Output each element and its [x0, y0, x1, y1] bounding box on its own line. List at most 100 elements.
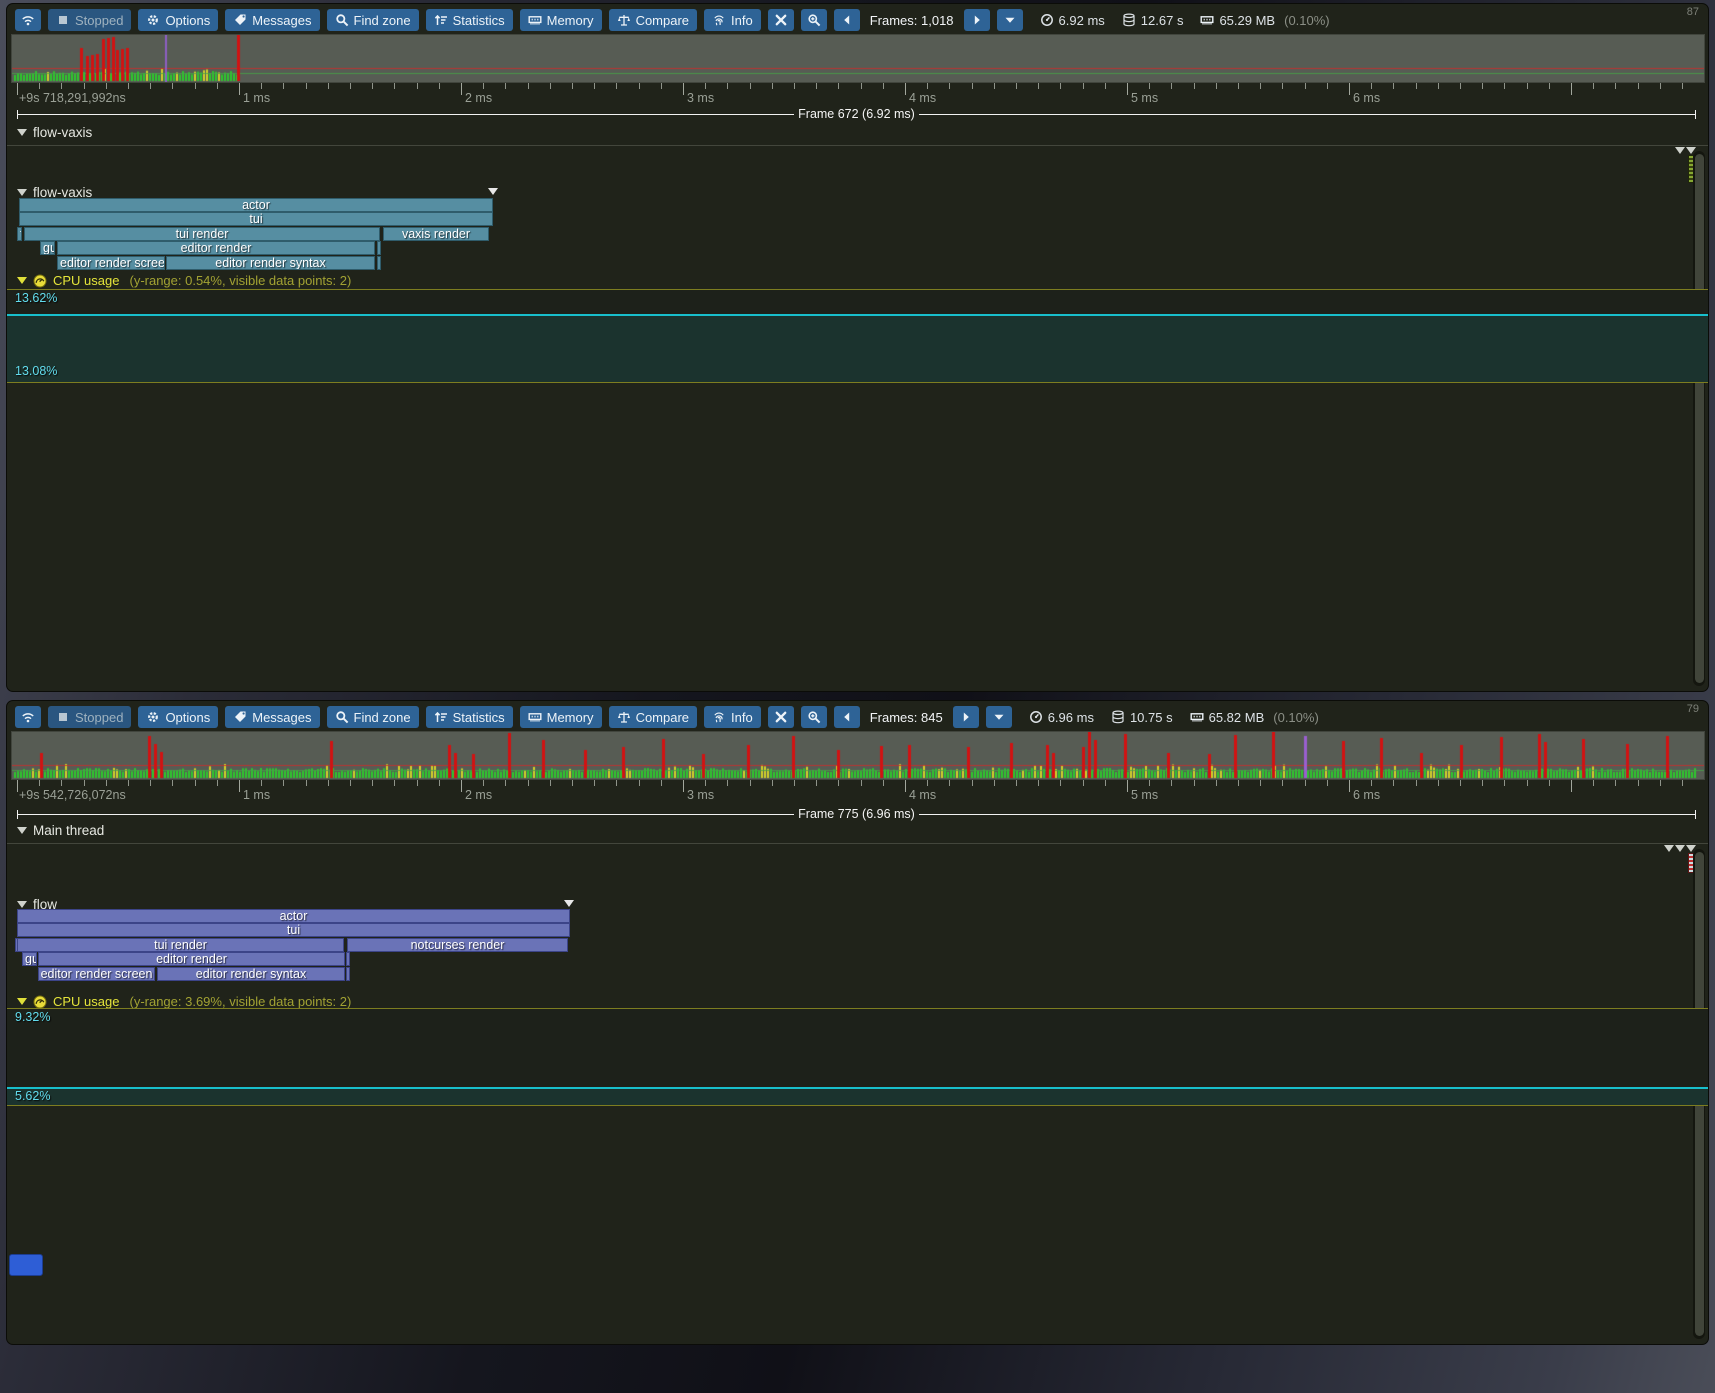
frame-menu-button[interactable]	[997, 9, 1023, 31]
toolbar-button-compare[interactable]: Compare	[609, 706, 697, 728]
timeline-ruler[interactable]: +9s 718,291,992ns1 ms2 ms3 ms4 ms5 ms6 m…	[11, 83, 1703, 107]
toolbar-button-options[interactable]: Options	[138, 9, 218, 31]
frame-overview-graph[interactable]	[11, 731, 1705, 780]
ram-icon	[528, 13, 542, 27]
zone-bar-editor-render-screen[interactable]: editor render screen	[57, 256, 165, 270]
timeline-ruler[interactable]: +9s 542,726,072ns1 ms2 ms3 ms4 ms5 ms6 m…	[11, 780, 1703, 804]
toolbar-button-memory[interactable]: Memory	[520, 9, 602, 31]
thread-header-1[interactable]: Main thread	[17, 823, 104, 838]
toolbar-button-zoom[interactable]	[801, 9, 827, 31]
zone-bar-vaxis-render[interactable]: vaxis render	[383, 227, 489, 241]
thread-header-1[interactable]: flow-vaxis	[17, 125, 92, 140]
frame-separator-band[interactable]: Frame 672 (6.92 ms)	[17, 107, 1696, 121]
zone-bar-editor-render-screen[interactable]: editor render screen	[38, 967, 155, 981]
frame-overview-graph[interactable]	[11, 34, 1705, 83]
toolbar-button-info[interactable]: Info	[704, 706, 761, 728]
ruler-tick	[1282, 83, 1283, 89]
zone-collapse-marker[interactable]	[488, 188, 498, 195]
toolbar-button-zoom[interactable]	[801, 706, 827, 728]
button-label: Statistics	[453, 710, 505, 725]
zone-bar-t[interactable]: t	[17, 227, 22, 241]
frame-end-tick	[1695, 110, 1696, 119]
zone-bar-gu[interactable]: gu	[40, 241, 55, 255]
cpu-usage-line	[7, 314, 1709, 316]
notification-badge[interactable]	[9, 1254, 43, 1276]
chevron-down-icon	[17, 827, 27, 834]
zone-bar[interactable]	[346, 952, 350, 966]
ruler-tick	[1682, 780, 1683, 786]
zone-bar-tui-render[interactable]: tui render	[17, 938, 344, 952]
toolbar-button-memory[interactable]: Memory	[520, 706, 602, 728]
button-label: Memory	[547, 13, 594, 28]
zone-bar-editor-render[interactable]: editor render	[38, 952, 345, 966]
zone-label: editor render syntax	[215, 256, 325, 270]
ruler-tick	[1371, 83, 1372, 89]
zone-bar[interactable]	[346, 967, 350, 981]
zone-bar-tui-render[interactable]: tui render	[24, 227, 380, 241]
ruler-tick	[1305, 83, 1306, 89]
ruler-tick	[306, 780, 307, 786]
ruler-ms-label: 4 ms	[909, 91, 936, 105]
chevron-down-icon	[17, 901, 27, 908]
toolbar-button-connection[interactable]	[15, 9, 41, 31]
zone-label: gu	[43, 241, 55, 255]
next-frame-button[interactable]	[953, 706, 979, 728]
zone-bar-actor[interactable]: actor	[19, 198, 493, 212]
frame-band-label: Frame 672 (6.92 ms)	[794, 107, 919, 121]
zone-bar-actor[interactable]: actor	[17, 909, 570, 923]
vertical-scrollbar[interactable]	[1693, 151, 1705, 686]
zone-bar-gu[interactable]: gu	[22, 952, 37, 966]
tools-icon	[774, 13, 788, 27]
zone-bar[interactable]	[377, 256, 381, 270]
zone-bar-editor-render-syntax[interactable]: editor render syntax	[157, 967, 345, 981]
database-icon	[1111, 710, 1125, 724]
toolbar-button-messages[interactable]: Messages	[225, 9, 319, 31]
zone-bar-editor-render-syntax[interactable]: editor render syntax	[166, 256, 375, 270]
frame-separator-band[interactable]: Frame 775 (6.96 ms)	[17, 807, 1696, 821]
frame-menu-button[interactable]	[986, 706, 1012, 728]
cpu-plot-top-border	[7, 289, 1709, 290]
button-label: Find zone	[354, 710, 411, 725]
prev-frame-button[interactable]	[834, 9, 860, 31]
toolbar-button-utilities[interactable]	[768, 706, 794, 728]
collapsed-zone-markers[interactable]	[1664, 845, 1696, 852]
chevron-down-icon	[17, 129, 27, 136]
ruler-tick	[1038, 780, 1039, 786]
toolbar-button-statistics[interactable]: Statistics	[426, 706, 513, 728]
thread-divider	[7, 843, 1709, 844]
ruler-tick	[84, 780, 85, 786]
toolbar-button-statistics[interactable]: Statistics	[426, 9, 513, 31]
zone-bar-tui[interactable]: tui	[19, 212, 493, 226]
toolbar-button-compare[interactable]: Compare	[609, 9, 697, 31]
toolbar-button-stopped[interactable]: Stopped	[48, 706, 131, 728]
toolbar-button-utilities[interactable]	[768, 9, 794, 31]
stat-memory-usage: 65.29 MB(0.10%)	[1200, 13, 1329, 28]
zone-bar-tui[interactable]: tui	[17, 923, 570, 937]
ruler-tick	[1060, 780, 1061, 786]
zone-bar-editor-render[interactable]: editor render	[57, 241, 375, 255]
toolbar-button-messages[interactable]: Messages	[225, 706, 319, 728]
toolbar-button-find-zone[interactable]: Find zone	[327, 9, 419, 31]
ruler-tick	[328, 83, 329, 89]
fingerprint-icon	[712, 710, 726, 724]
cpu-usage-header[interactable]: CPU usage (y-range: 0.54%, visible data …	[17, 273, 351, 288]
frame-overview-canvas	[12, 732, 1704, 779]
toolbar-button-stopped[interactable]: Stopped	[48, 9, 131, 31]
cpu-usage-header[interactable]: CPU usage (y-range: 3.69%, visible data …	[17, 994, 351, 1009]
zone-collapse-marker[interactable]	[564, 900, 574, 907]
toolbar-button-options[interactable]: Options	[138, 706, 218, 728]
ruler-ms-label: 2 ms	[465, 91, 492, 105]
toolbar-button-find-zone[interactable]: Find zone	[327, 706, 419, 728]
zone-bar[interactable]	[377, 241, 381, 255]
ruler-tick	[639, 780, 640, 786]
toolbar-button-info[interactable]: Info	[704, 9, 761, 31]
ruler-tick	[461, 780, 462, 792]
prev-frame-button[interactable]	[834, 706, 860, 728]
zone-bar-notcurses-render[interactable]: notcurses render	[347, 938, 568, 952]
ruler-tick	[927, 83, 928, 89]
scrollbar-thumb[interactable]	[1695, 154, 1704, 683]
next-frame-button[interactable]	[964, 9, 990, 31]
button-label: Options	[165, 710, 210, 725]
tag-icon	[233, 13, 247, 27]
toolbar-button-connection[interactable]	[15, 706, 41, 728]
